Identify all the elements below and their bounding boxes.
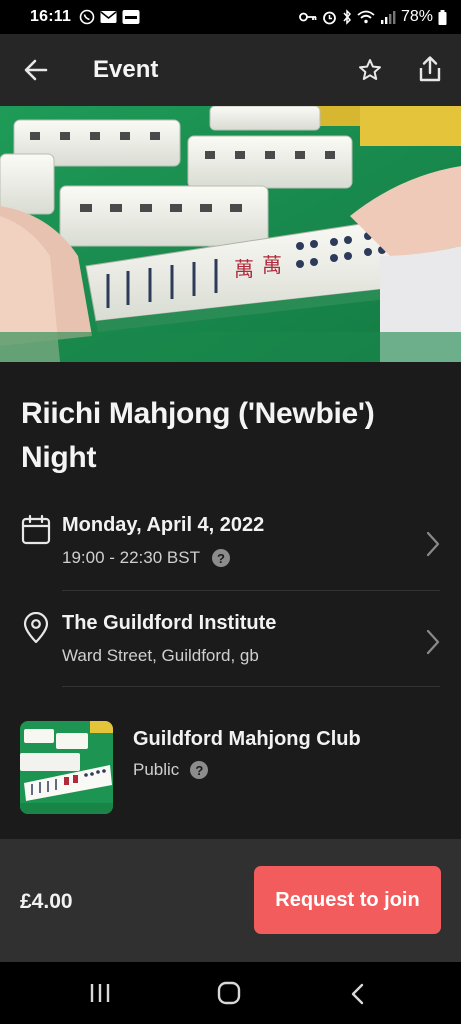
key-icon — [299, 12, 317, 22]
group-visibility: Public — [133, 760, 180, 779]
chevron-right-icon — [426, 531, 440, 557]
event-price: £4.00 — [20, 890, 73, 913]
group-avatar — [20, 721, 113, 814]
group-name: Guildford Mahjong Club — [133, 728, 361, 750]
notification-icons — [79, 9, 140, 25]
svg-text:萬: 萬 — [234, 257, 254, 281]
star-outline-icon — [359, 59, 381, 80]
event-time-range: 19:00 - 22:30 BST — [62, 548, 200, 567]
battery-icon — [438, 9, 447, 25]
mail-icon — [100, 11, 117, 23]
system-nav-bar — [0, 962, 461, 1024]
event-title: Riichi Mahjong ('Newbie') Night — [21, 397, 375, 474]
home-icon[interactable] — [217, 981, 241, 1005]
bluetooth-icon — [343, 9, 351, 25]
share-icon — [419, 56, 441, 82]
system-icons: 78% — [299, 8, 447, 26]
timezone-help-icon[interactable]: ? — [211, 549, 230, 567]
venue-address: Ward Street, Guildford, gb — [62, 646, 259, 665]
event-date-row[interactable]: Monday, April 4, 2022 19:00 - 22:30 BST … — [0, 502, 461, 590]
event-venue-row[interactable]: The Guildford Institute Ward Street, Gui… — [0, 600, 461, 686]
divider — [62, 686, 440, 687]
event-details: Riichi Mahjong ('Newbie') Night Monday, … — [0, 362, 461, 839]
venue-name: The Guildford Institute — [62, 612, 277, 634]
status-bar: 16:11 78% — [0, 0, 461, 34]
group-card[interactable]: Guildford Mahjong Club Public ? — [0, 720, 461, 816]
mahjong-tiles-photo: 萬萬 — [0, 106, 461, 362]
app-bar: Event — [0, 34, 461, 106]
battery-percent: 78% — [400, 8, 433, 25]
event-time-line: 19:00 - 22:30 BST ? — [62, 548, 230, 568]
favorite-button[interactable] — [354, 54, 386, 86]
group-thumbnail-image — [20, 721, 113, 814]
arrow-left-icon — [24, 59, 48, 81]
wifi-icon — [357, 10, 375, 24]
request-to-join-button[interactable]: Request to join — [254, 866, 441, 934]
group-visibility-line: Public ? — [133, 760, 209, 780]
share-button[interactable] — [414, 52, 446, 86]
chevron-right-icon — [426, 629, 440, 655]
whatsapp-icon — [79, 9, 95, 25]
recent-apps-icon[interactable] — [88, 982, 112, 1004]
status-time: 16:11 — [30, 8, 72, 25]
event-date: Monday, April 4, 2022 — [62, 514, 265, 536]
ebay-icon — [122, 10, 140, 24]
svg-text:萬: 萬 — [262, 253, 282, 277]
system-back-icon[interactable] — [348, 982, 368, 1006]
back-button[interactable] — [20, 54, 52, 86]
calendar-icon — [21, 514, 51, 545]
page-title: Event — [93, 56, 159, 83]
signal-icon — [380, 11, 396, 24]
visibility-help-icon[interactable]: ? — [190, 761, 209, 779]
join-footer: £4.00 Request to join — [0, 839, 461, 962]
alarm-icon — [323, 11, 336, 24]
divider — [62, 590, 440, 591]
event-cover-image: 萬萬 — [0, 106, 461, 362]
location-pin-icon — [23, 612, 49, 644]
